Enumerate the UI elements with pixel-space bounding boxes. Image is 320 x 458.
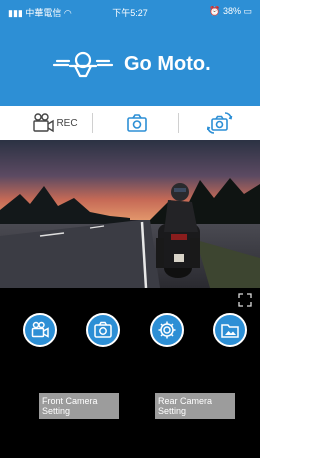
app-header: Go Moto. [0,24,260,106]
settings-button[interactable] [150,313,184,347]
rear-camera-setting-button[interactable]: Rear Camera Setting [155,393,235,419]
control-panel: Front Camera Setting Rear Camera Setting [0,288,260,458]
front-camera-setting-button[interactable]: Front Camera Setting [39,393,119,419]
switch-camera-button[interactable] [198,110,242,136]
battery-icon: ▭ [243,6,252,16]
snapshot-button[interactable] [118,110,156,136]
video-camera-icon [31,321,49,338]
gear-icon [158,321,176,339]
switch-camera-icon [207,112,233,134]
gallery-button[interactable] [213,313,247,347]
toolbar-divider [92,113,93,133]
camera-toolbar: REC [0,106,260,141]
camera-icon [94,321,112,338]
fullscreen-icon[interactable] [238,293,252,307]
camera-icon [127,114,147,132]
take-photo-button[interactable] [86,313,120,347]
live-camera-preview [0,140,260,288]
brand-name: Go Moto. [124,52,211,75]
record-label: REC [56,117,78,129]
video-camera-icon [33,113,55,133]
folder-image-icon [221,324,239,338]
brand: Go Moto. [52,48,211,80]
alarm-icon: ⏰ [209,6,221,16]
record-video-button[interactable] [23,313,57,347]
battery-percent: 38% [222,6,241,16]
motorcycle-rider-icon [52,51,114,78]
app-screen: ▮▮▮ 中華電信 ◠ 下午5:27 ⏰ 38% ▭ Go Moto. REC F… [0,0,260,458]
record-button[interactable]: REC [20,110,90,136]
status-bar: ▮▮▮ 中華電信 ◠ 下午5:27 ⏰ 38% ▭ [0,0,260,24]
battery-status: ⏰ 38% ▭ [209,6,252,17]
toolbar-divider [178,113,179,133]
camera-feed-image [0,140,260,288]
